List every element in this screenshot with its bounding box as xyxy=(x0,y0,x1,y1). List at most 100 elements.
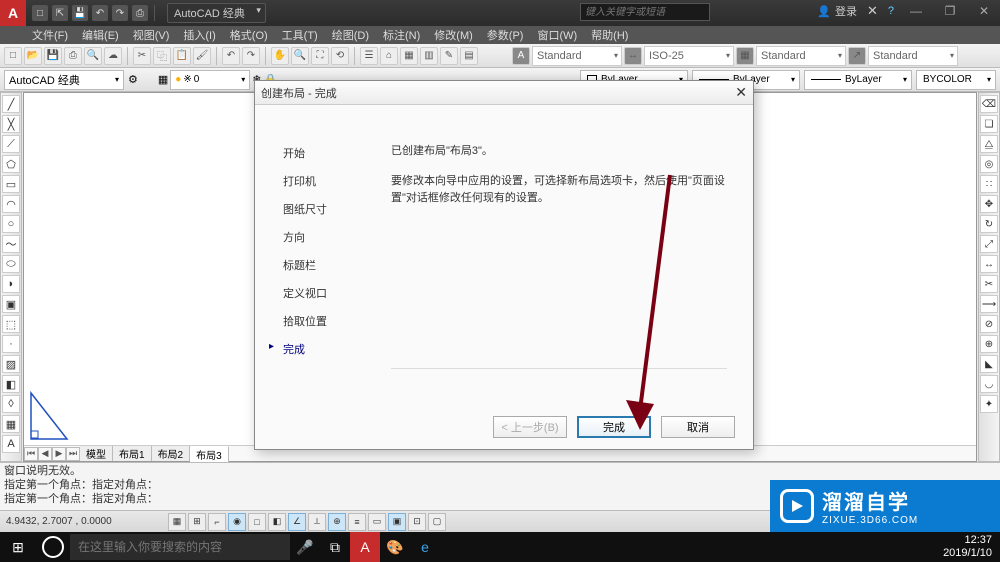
window-close-button[interactable]: ✕ xyxy=(972,2,996,20)
gradient-icon[interactable]: ◧ xyxy=(2,375,20,393)
scale-icon[interactable]: ⤢ xyxy=(980,235,998,253)
copy-icon[interactable]: ⿻ xyxy=(153,47,171,65)
menu-format[interactable]: 格式(O) xyxy=(224,26,274,44)
menu-draw[interactable]: 绘图(D) xyxy=(326,26,375,44)
help-icon[interactable]: ? xyxy=(888,5,894,17)
app2-taskicon[interactable]: 🎨 xyxy=(380,532,410,562)
textstyle-icon[interactable]: A xyxy=(512,47,530,65)
polar-toggle[interactable]: ◉ xyxy=(228,513,246,531)
taskview-icon[interactable]: ⧉ xyxy=(320,532,350,562)
designcenter-icon[interactable]: ⌂ xyxy=(380,47,398,65)
menu-window[interactable]: 窗口(W) xyxy=(531,26,583,44)
fillet-icon[interactable]: ◡ xyxy=(980,375,998,393)
app-icon[interactable]: A xyxy=(0,0,26,26)
polygon-icon[interactable]: ⬠ xyxy=(2,155,20,173)
toolpalette-icon[interactable]: ▦ xyxy=(400,47,418,65)
tpy-toggle[interactable]: ▭ xyxy=(368,513,386,531)
tab-model[interactable]: 模型 xyxy=(80,446,113,461)
calc-icon[interactable]: ▤ xyxy=(460,47,478,65)
plotstyle-dropdown[interactable]: BYCOLOR xyxy=(916,70,996,90)
paste-icon[interactable]: 📋 xyxy=(173,47,191,65)
qp-toggle[interactable]: ▣ xyxy=(388,513,406,531)
otrack-toggle[interactable]: ∠ xyxy=(288,513,306,531)
tab-prev-icon[interactable]: ◀ xyxy=(38,447,52,461)
offset-icon[interactable]: ◎ xyxy=(980,155,998,173)
cut-icon[interactable]: ✂ xyxy=(133,47,151,65)
autocad-taskicon[interactable]: A xyxy=(350,532,380,562)
step-finish[interactable]: 完成 xyxy=(271,339,371,359)
step-begin[interactable]: 开始 xyxy=(271,143,371,163)
menu-view[interactable]: 视图(V) xyxy=(127,26,176,44)
erase-icon[interactable]: ⌫ xyxy=(980,95,998,113)
tab-first-icon[interactable]: ⏮ xyxy=(24,447,38,461)
3dosnap-toggle[interactable]: ◧ xyxy=(268,513,286,531)
ellipse-icon[interactable]: ⬭ xyxy=(2,255,20,273)
exchange-icon[interactable]: ✕ xyxy=(867,3,878,19)
start-button[interactable]: ⊞ xyxy=(0,532,36,562)
insert-icon[interactable]: ▣ xyxy=(2,295,20,313)
table-icon[interactable]: ▦ xyxy=(2,415,20,433)
textstyle-dropdown[interactable]: Standard xyxy=(532,46,622,66)
taskbar-search-input[interactable] xyxy=(70,534,290,560)
region-icon[interactable]: ◊ xyxy=(2,395,20,413)
trim-icon[interactable]: ✂ xyxy=(980,275,998,293)
workspace-settings-icon[interactable]: ⚙ xyxy=(128,73,138,86)
qat-new-icon[interactable]: □ xyxy=(32,5,48,21)
step-printer[interactable]: 打印机 xyxy=(271,171,371,191)
finish-button[interactable]: 完成 xyxy=(577,416,651,438)
workspace-dropdown[interactable]: AutoCAD 经典 xyxy=(4,70,124,90)
zoom-icon[interactable]: 🔍 xyxy=(291,47,309,65)
menu-edit[interactable]: 编辑(E) xyxy=(76,26,125,44)
login-button[interactable]: 👤登录 xyxy=(817,3,857,19)
mirror-icon[interactable]: ⧋ xyxy=(980,135,998,153)
stretch-icon[interactable]: ↔ xyxy=(980,255,998,273)
sc-toggle[interactable]: ⊡ xyxy=(408,513,426,531)
qat-redo-icon[interactable]: ↷ xyxy=(112,5,128,21)
redo-icon[interactable]: ↷ xyxy=(242,47,260,65)
rectangle-icon[interactable]: ▭ xyxy=(2,175,20,193)
window-minimize-button[interactable]: — xyxy=(904,2,928,20)
mleaderstyle-dropdown[interactable]: Standard xyxy=(868,46,958,66)
pline-icon[interactable]: ⟋ xyxy=(2,135,20,153)
undo-icon[interactable]: ↶ xyxy=(222,47,240,65)
cancel-button[interactable]: 取消 xyxy=(661,416,735,438)
workspace-dropdown-top[interactable]: AutoCAD 经典 xyxy=(167,3,266,23)
step-pick[interactable]: 拾取位置 xyxy=(271,311,371,331)
circle-icon[interactable]: ○ xyxy=(2,215,20,233)
step-viewport[interactable]: 定义视口 xyxy=(271,283,371,303)
grid-toggle[interactable]: ⊞ xyxy=(188,513,206,531)
array-icon[interactable]: ∷ xyxy=(980,175,998,193)
window-restore-button[interactable]: ❐ xyxy=(938,2,962,20)
spline-icon[interactable]: 〜 xyxy=(2,235,20,253)
tab-last-icon[interactable]: ⏭ xyxy=(66,447,80,461)
block-icon[interactable]: ⬚ xyxy=(2,315,20,333)
qat-save-icon[interactable]: 💾 xyxy=(72,5,88,21)
tab-layout3[interactable]: 布局3 xyxy=(190,446,229,462)
hatch-icon[interactable]: ▨ xyxy=(2,355,20,373)
step-titleblock[interactable]: 标题栏 xyxy=(271,255,371,275)
help-search-input[interactable] xyxy=(580,3,710,21)
tab-layout2[interactable]: 布局2 xyxy=(152,446,191,461)
step-papersize[interactable]: 图纸尺寸 xyxy=(271,199,371,219)
mic-icon[interactable]: 🎤 xyxy=(290,532,320,562)
ducs-toggle[interactable]: ⟂ xyxy=(308,513,326,531)
match-icon[interactable]: 🖌 xyxy=(193,47,211,65)
back-button[interactable]: < 上一步(B) xyxy=(493,416,567,438)
osnap-toggle[interactable]: □ xyxy=(248,513,266,531)
chamfer-icon[interactable]: ◣ xyxy=(980,355,998,373)
ortho-toggle[interactable]: ⌐ xyxy=(208,513,226,531)
open-icon[interactable]: 📂 xyxy=(24,47,42,65)
model-toggle[interactable]: ▢ xyxy=(428,513,446,531)
system-clock[interactable]: 12:37 2019/1/10 xyxy=(943,534,1000,560)
dimstyle-dropdown[interactable]: ISO-25 xyxy=(644,46,734,66)
zoomwin-icon[interactable]: ⛶ xyxy=(311,47,329,65)
extend-icon[interactable]: ⟶ xyxy=(980,295,998,313)
break-icon[interactable]: ⊘ xyxy=(980,315,998,333)
step-orientation[interactable]: 方向 xyxy=(271,227,371,247)
menu-dimension[interactable]: 标注(N) xyxy=(377,26,426,44)
plot-icon[interactable]: ⎙ xyxy=(64,47,82,65)
copy-obj-icon[interactable]: ❏ xyxy=(980,115,998,133)
preview-icon[interactable]: 🔍 xyxy=(84,47,102,65)
mtext-icon[interactable]: A xyxy=(2,435,20,453)
tab-next-icon[interactable]: ▶ xyxy=(52,447,66,461)
